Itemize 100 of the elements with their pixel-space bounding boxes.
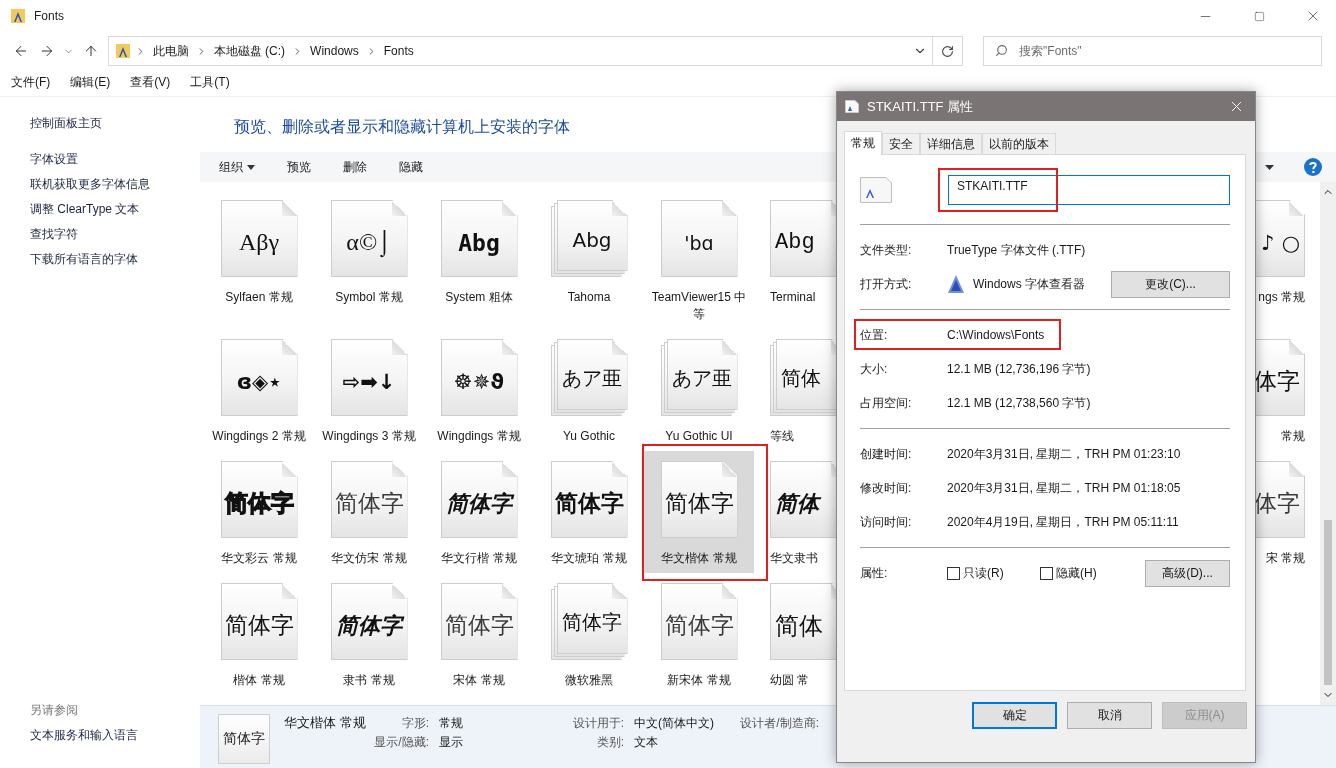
font-preview: 简体字 — [440, 583, 518, 660]
checkbox[interactable] — [947, 566, 960, 580]
font-item[interactable]: α©⌡ Symbol 常规 — [314, 190, 424, 329]
sidebar-link[interactable]: 下载所有语言的字体 — [30, 247, 138, 272]
font-name: ngs 常规 — [1258, 289, 1305, 306]
property-value: 12.1 MB (12,738,560 字节) — [947, 394, 1092, 412]
font-preview: 简体字 — [330, 583, 408, 660]
font-preview: 简体字 — [660, 461, 738, 538]
property-value: 12.1 MB (12,736,196 字节) — [947, 360, 1092, 378]
property-value: C:\Windows\Fonts — [947, 328, 1046, 342]
font-name: System 粗体 — [445, 289, 513, 306]
font-item[interactable]: 简体字 楷体 常规 — [204, 573, 314, 695]
font-preview: 简体字 — [550, 461, 628, 538]
breadcrumb[interactable]: Windows — [307, 44, 362, 58]
change-button[interactable]: 更改(C)... — [1111, 270, 1230, 298]
help-icon[interactable] — [1304, 158, 1322, 176]
font-item[interactable]: Aβγ Sylfaen 常规 — [204, 190, 314, 329]
font-item[interactable]: Abg Tahoma — [534, 190, 644, 329]
font-name: Sylfaen 常规 — [225, 289, 293, 306]
font-preview: ⇨➡↓ — [330, 339, 408, 416]
property-value: TrueType 字体文件 (.TTF) — [947, 241, 1087, 259]
font-preview: 简体字 — [440, 461, 518, 538]
font-name: Terminal — [770, 289, 816, 306]
property-label: 属性: — [860, 564, 889, 582]
font-item[interactable]: ☸✵ϑ Wingdings 常规 — [424, 329, 534, 451]
font-item[interactable]: 简体字 华文彩云 常规 — [204, 451, 314, 573]
font-name: 微软雅黑 — [565, 672, 613, 689]
sidebar-link[interactable]: 文本服务和输入语言 — [30, 723, 138, 748]
font-preview: ☸✵ϑ — [440, 339, 518, 416]
tab[interactable]: 常规 — [844, 131, 882, 155]
refresh-icon[interactable] — [941, 44, 955, 58]
menu-item[interactable]: 文件(F) — [6, 72, 56, 93]
address-bar[interactable]: 此电脑 本地磁盘 (C:) Windows Fonts — [107, 36, 964, 66]
font-name: Wingdings 常规 — [437, 428, 521, 445]
font-item[interactable]: 简体字 微软雅黑 — [534, 573, 644, 695]
font-folder-icon — [114, 43, 131, 59]
font-item[interactable]: 简体字 华文仿宋 常规 — [314, 451, 424, 573]
font-name: Symbol 常规 — [335, 289, 403, 306]
font-item[interactable]: 简体字 华文行楷 常规 — [424, 451, 534, 573]
font-viewer-icon — [947, 274, 965, 294]
tab[interactable]: 以前的版本 — [982, 133, 1056, 154]
sidebar-link[interactable]: 查找字符 — [30, 222, 78, 247]
toolbar-button[interactable]: 隐藏 — [394, 158, 428, 176]
detail-label: 显示/隐藏: — [374, 734, 429, 750]
sidebar-link[interactable]: 联机获取更多字体信息 — [30, 172, 150, 197]
caret-icon[interactable] — [247, 164, 255, 170]
font-item[interactable]: 简体字 华文楷体 常规 — [644, 451, 754, 573]
search-field[interactable]: 搜索"Fonts" — [983, 36, 1322, 66]
font-item[interactable]: 简体字 新宋体 常规 — [644, 573, 754, 695]
detail-label: 设计者/制造商: — [739, 715, 819, 731]
font-preview: 简体字 — [220, 461, 298, 538]
app-icon — [10, 8, 26, 24]
font-item[interactable]: 简体字 隶书 常规 — [314, 573, 424, 695]
sidebar-link[interactable]: 调整 ClearType 文本 — [30, 197, 140, 222]
font-preview: ɞ◈⋆ — [220, 339, 298, 416]
font-item[interactable]: 'bɑ TeamViewer15 中等 — [644, 190, 754, 329]
detail-value: 文本 — [634, 734, 659, 750]
file-name-field[interactable]: STKAITI.TTF — [948, 174, 1230, 205]
caret-icon[interactable] — [1265, 164, 1274, 170]
font-name: 华文仿宋 常规 — [331, 550, 407, 567]
checkbox[interactable] — [1040, 566, 1053, 580]
breadcrumb[interactable]: 本地磁盘 (C:) — [210, 42, 289, 60]
menu-item[interactable]: 查看(V) — [125, 72, 176, 93]
toolbar-button[interactable]: 删除 — [338, 158, 372, 176]
tab[interactable]: 安全 — [882, 133, 920, 154]
scrollbar[interactable] — [1320, 182, 1336, 705]
dialog-button[interactable]: 确定 — [972, 702, 1057, 729]
font-preview: α©⌡ — [330, 200, 408, 277]
page-heading: 预览、删除或者显示和隐藏计算机上安装的字体 — [234, 117, 570, 137]
property-label: 访问时间: — [860, 513, 913, 531]
property-label: 大小: — [860, 360, 889, 378]
font-item[interactable]: あア亜 Yu Gothic — [534, 329, 644, 451]
sidebar-link[interactable]: 字体设置 — [30, 147, 78, 172]
font-item[interactable]: あア亜 Yu Gothic UI — [644, 329, 754, 451]
sidebar-link[interactable]: 控制面板主页 — [30, 111, 102, 136]
font-preview: Aβγ — [220, 200, 298, 277]
tab[interactable]: 详细信息 — [920, 133, 982, 154]
font-name: 华文琥珀 常规 — [551, 550, 627, 567]
toolbar-button[interactable]: 预览 — [282, 158, 316, 176]
font-item[interactable]: 简体字 华文琥珀 常规 — [534, 451, 644, 573]
font-item[interactable]: 简体字 宋体 常规 — [424, 573, 534, 695]
breadcrumb[interactable]: Fonts — [380, 44, 417, 58]
maximize-icon[interactable] — [1253, 10, 1265, 22]
organize-button[interactable]: 组织 — [214, 158, 260, 176]
menu-item[interactable]: 工具(T) — [185, 72, 235, 93]
font-preview: 简体字 — [660, 583, 738, 660]
font-item[interactable]: Abg System 粗体 — [424, 190, 534, 329]
detail-label: 类别: — [595, 734, 624, 750]
checkbox-label: 只读(R) — [963, 564, 1004, 582]
font-item[interactable]: ⇨➡↓ Wingdings 3 常规 — [314, 329, 424, 451]
advanced-button[interactable]: 高级(D)... — [1145, 559, 1230, 587]
breadcrumb[interactable]: 此电脑 — [149, 42, 192, 60]
font-name: 隶书 常规 — [343, 672, 395, 689]
font-preview: Abg — [550, 200, 628, 277]
font-item[interactable]: ɞ◈⋆ Wingdings 2 常规 — [204, 329, 314, 451]
window-title: Fonts — [34, 9, 64, 23]
scroll-thumb[interactable] — [1324, 520, 1332, 685]
menu-item[interactable]: 编辑(E) — [65, 72, 116, 93]
dialog-button[interactable]: 取消 — [1067, 702, 1152, 729]
font-preview: あア亜 — [660, 339, 738, 416]
